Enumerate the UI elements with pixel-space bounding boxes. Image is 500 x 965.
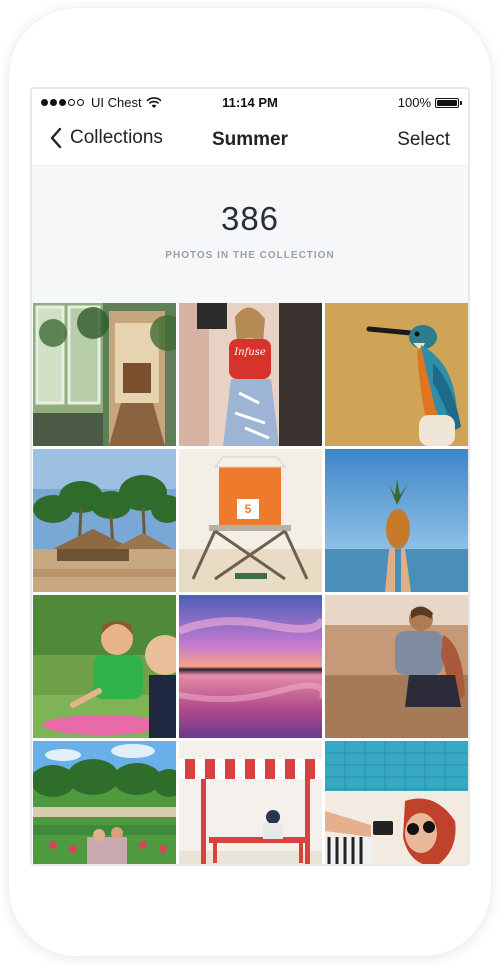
- battery-status: 100%: [397, 95, 462, 110]
- palm-beach-photo: [33, 449, 176, 592]
- garden-photo: [33, 741, 176, 864]
- photo-grid: Infuse 5: [32, 303, 468, 864]
- photo-thumbnail[interactable]: [325, 741, 468, 864]
- photo-thumbnail[interactable]: [325, 303, 468, 446]
- photo-thumbnail[interactable]: Infuse: [179, 303, 322, 446]
- kingfisher-photo: [325, 303, 468, 446]
- tower-number: 5: [245, 502, 252, 516]
- photo-thumbnail[interactable]: [33, 595, 176, 738]
- status-bar: UI Chest 11:14 PM 100%: [32, 89, 468, 117]
- photo-count: 386: [220, 200, 280, 237]
- striped-awning-photo: [179, 741, 322, 864]
- collection-summary: 386 PHOTOS IN THE COLLECTION: [32, 166, 468, 303]
- woman-red-shirt-photo: Infuse: [179, 303, 322, 446]
- woman-pool-photo: [325, 741, 468, 864]
- photo-thumbnail[interactable]: [325, 595, 468, 738]
- select-button[interactable]: Select: [397, 129, 450, 151]
- photo-count-label: PHOTOS IN THE COLLECTION: [165, 250, 335, 261]
- back-label: Collections: [70, 127, 163, 148]
- sunset-lake-photo: [179, 595, 322, 738]
- back-button[interactable]: Collections: [50, 127, 163, 149]
- photo-thumbnail[interactable]: [33, 449, 176, 592]
- chevron-left-icon: [50, 127, 62, 149]
- photo-thumbnail[interactable]: 5: [179, 449, 322, 592]
- pineapple-sea-photo: [325, 449, 468, 592]
- children-playing-photo: [33, 595, 176, 738]
- navigation-bar: Collections Summer Select: [32, 117, 468, 166]
- photo-thumbnail[interactable]: [179, 595, 322, 738]
- lifeguard-tower-photo: 5: [179, 449, 322, 592]
- battery-icon: [435, 97, 462, 108]
- shirt-text: Infuse: [233, 347, 266, 358]
- battery-percent: 100%: [397, 95, 431, 110]
- photo-thumbnail[interactable]: [179, 741, 322, 864]
- greenhouse-photo: [33, 303, 176, 446]
- photo-thumbnail[interactable]: [33, 303, 176, 446]
- app-screen: UI Chest 11:14 PM 100% Collections Summe…: [32, 89, 468, 864]
- photo-thumbnail[interactable]: [33, 741, 176, 864]
- couple-cliff-photo: [325, 595, 468, 738]
- photo-thumbnail[interactable]: [325, 449, 468, 592]
